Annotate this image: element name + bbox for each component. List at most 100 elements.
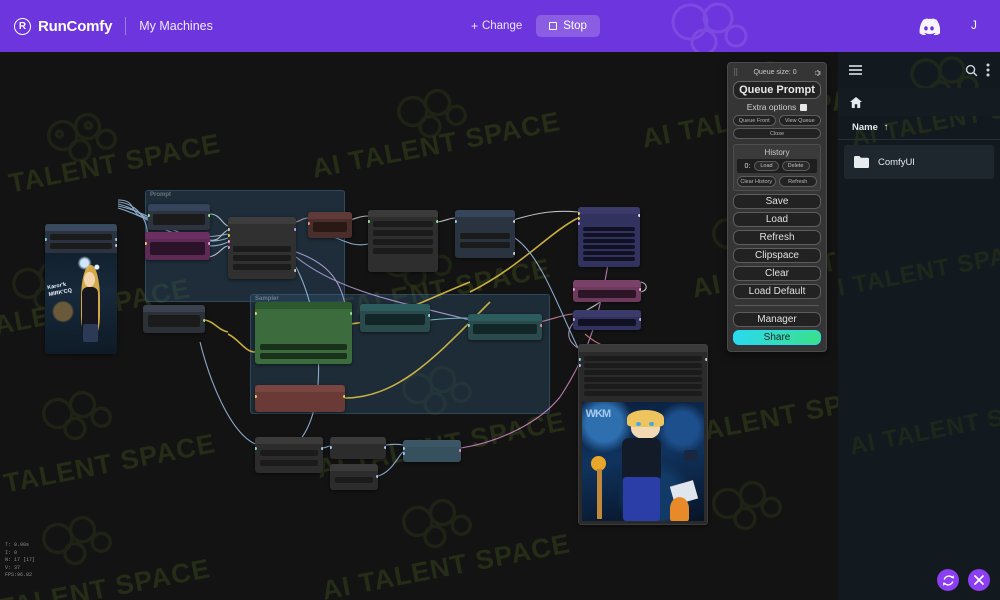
hamburger-menu-icon[interactable]: [848, 64, 863, 76]
node-output-slot[interactable]: [639, 288, 641, 292]
file-list-header[interactable]: Name ↑: [838, 116, 1000, 140]
node-widget[interactable]: [578, 319, 636, 326]
node-clip-text-encode[interactable]: [145, 232, 210, 260]
drag-handle-icon[interactable]: ⣿: [733, 69, 738, 76]
node-widget[interactable]: [584, 377, 702, 382]
node-ksampler[interactable]: [228, 217, 296, 279]
load-default-button[interactable]: Load Default: [733, 284, 821, 299]
node-output-slot[interactable]: [208, 242, 210, 246]
close-button[interactable]: [968, 569, 990, 591]
node-output-slot[interactable]: [639, 318, 641, 322]
gear-icon[interactable]: [813, 69, 821, 77]
node-widget[interactable]: [583, 245, 635, 249]
node-lora-loader[interactable]: [368, 210, 438, 272]
node-output-slot[interactable]: [208, 214, 210, 218]
menu-drag-row[interactable]: ⣿ Queue size: 0: [733, 67, 821, 78]
node-empty-latent[interactable]: [308, 212, 352, 238]
refresh-history-button[interactable]: Refresh: [778, 176, 817, 187]
node-widget[interactable]: [578, 290, 636, 298]
node-output-slot[interactable]: [436, 220, 438, 224]
node-widget[interactable]: [584, 391, 702, 396]
user-avatar[interactable]: J: [962, 14, 986, 38]
node-widget[interactable]: [335, 477, 373, 483]
extra-options-checkbox[interactable]: [800, 103, 808, 111]
save-button[interactable]: Save: [733, 194, 821, 209]
node-widget[interactable]: [583, 227, 635, 231]
node-graph-canvas[interactable]: AI TALENT SPACE AI TALENT SPACE AI TALEN…: [0, 52, 838, 600]
node-widget[interactable]: [153, 214, 205, 225]
queue-prompt-button[interactable]: Queue Prompt: [733, 81, 821, 99]
node-widget[interactable]: [583, 257, 635, 261]
node-widget[interactable]: [583, 251, 635, 255]
node-upscale[interactable]: [455, 210, 515, 258]
node-widget[interactable]: [260, 353, 347, 359]
node-widget[interactable]: [473, 324, 537, 334]
clear-history-button[interactable]: Clear History: [737, 176, 776, 187]
node-output-slot[interactable]: [115, 244, 117, 248]
node-widget[interactable]: [233, 255, 291, 261]
node-widget[interactable]: [150, 242, 205, 255]
node-widget[interactable]: [365, 314, 425, 325]
node-widget[interactable]: [233, 264, 291, 270]
list-item[interactable]: ComfyUI: [844, 145, 994, 179]
reload-button[interactable]: [937, 569, 959, 591]
node-output-slot[interactable]: [540, 324, 542, 328]
node-widget[interactable]: [373, 239, 433, 245]
history-delete-button[interactable]: Delete: [781, 161, 810, 171]
history-load-button[interactable]: Load: [754, 161, 779, 171]
comfyui-menu-panel[interactable]: ⣿ Queue size: 0 Queue Prompt Extra optio…: [727, 62, 827, 352]
node-latent-out[interactable]: [403, 440, 461, 462]
discord-icon[interactable]: [918, 17, 940, 35]
node-output-slot[interactable]: [428, 314, 430, 318]
node-output-slot[interactable]: [459, 449, 461, 453]
node-widget[interactable]: [260, 460, 318, 466]
node-widget[interactable]: [583, 233, 635, 237]
stop-machine-button[interactable]: Stop: [536, 15, 600, 37]
node-output-slot[interactable]: [343, 395, 345, 399]
node-widget[interactable]: [584, 363, 702, 368]
node-style-combine[interactable]: [573, 280, 641, 302]
node-controlnet[interactable]: [468, 314, 542, 340]
extra-options-row[interactable]: Extra options: [733, 102, 821, 112]
node-preview-image[interactable]: WKM: [578, 344, 708, 525]
node-widget[interactable]: [50, 243, 112, 249]
node-conditioning[interactable]: [360, 304, 430, 332]
node-output-slot[interactable]: [638, 214, 640, 218]
node-checkpoint-loader[interactable]: [148, 204, 210, 230]
node-widget[interactable]: [373, 248, 433, 254]
node-widget[interactable]: [260, 450, 318, 456]
kebab-menu-icon[interactable]: [986, 63, 990, 77]
node-output-slot[interactable]: [115, 238, 117, 242]
node-widget[interactable]: [584, 370, 702, 375]
node-widget[interactable]: [583, 239, 635, 243]
node-output-slot[interactable]: [513, 252, 515, 256]
breadcrumb[interactable]: [838, 88, 1000, 116]
node-output-slot[interactable]: [203, 319, 205, 323]
node-output-slot[interactable]: [376, 475, 378, 479]
node-widget[interactable]: [460, 233, 510, 239]
refresh-button[interactable]: Refresh: [733, 230, 821, 245]
node-output-slot[interactable]: [705, 358, 707, 362]
node-widget[interactable]: [373, 221, 433, 227]
sort-arrow-icon[interactable]: ↑: [884, 122, 889, 133]
node-note-b[interactable]: [330, 437, 386, 459]
change-machine-button[interactable]: + Change: [471, 19, 522, 33]
node-note-a[interactable]: [255, 437, 323, 473]
manager-button[interactable]: Manager: [733, 312, 821, 327]
node-widget[interactable]: [50, 234, 112, 240]
node-widget[interactable]: [373, 230, 433, 236]
node-vae-decode[interactable]: [255, 302, 352, 364]
node-output-slot[interactable]: [321, 447, 323, 451]
node-note-c[interactable]: [330, 464, 378, 490]
search-icon[interactable]: [965, 64, 978, 77]
node-output-slot[interactable]: [294, 228, 296, 232]
brand-logo[interactable]: R RunComfy: [14, 17, 112, 35]
node-output-slot[interactable]: [513, 220, 515, 224]
view-queue-button[interactable]: View Queue: [778, 115, 821, 126]
node-widget[interactable]: [460, 242, 510, 248]
node-widget[interactable]: [584, 384, 702, 389]
home-icon[interactable]: [850, 96, 862, 108]
share-button[interactable]: Share: [733, 330, 821, 345]
node-prompt-styler[interactable]: [578, 207, 640, 267]
node-load-image[interactable]: Karor'k MIRK'CQ: [45, 224, 117, 354]
